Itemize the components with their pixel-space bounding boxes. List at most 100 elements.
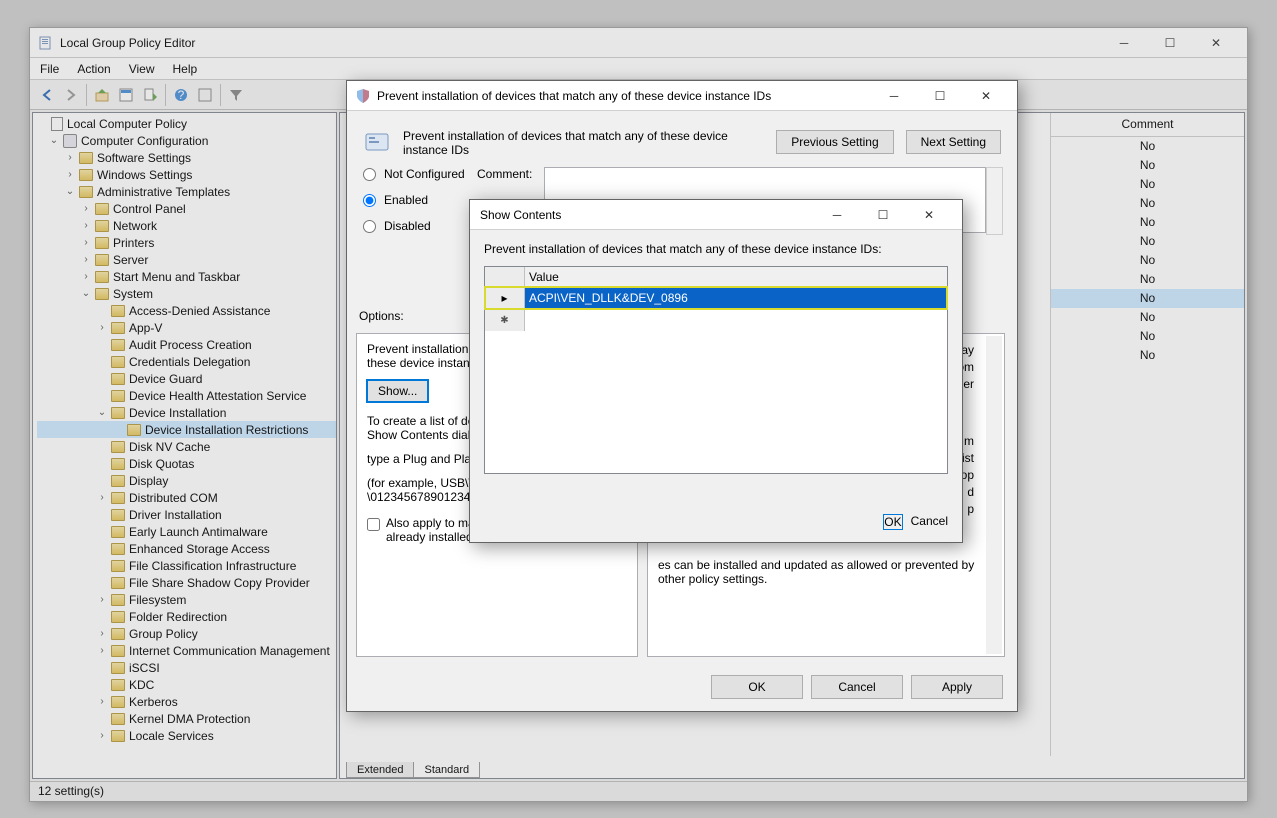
tree-item[interactable]: ›Control Panel [37, 200, 336, 217]
tree-item[interactable]: Device Guard [37, 370, 336, 387]
tree-item[interactable]: Access-Denied Assistance [37, 302, 336, 319]
value-grid[interactable]: Value ▸ ACPI\VEN_DLLK&DEV_0896 ✱ [484, 266, 948, 474]
minimize-button[interactable]: ─ [1101, 28, 1147, 58]
options-label: Options: [359, 309, 404, 323]
tree-software[interactable]: ›Software Settings [37, 149, 336, 166]
tree-item[interactable]: ›Group Policy [37, 625, 336, 642]
tree-item[interactable]: ›Server [37, 251, 336, 268]
tree-item[interactable]: ›Distributed COM [37, 489, 336, 506]
up-button[interactable] [91, 84, 113, 106]
sc-minimize-button[interactable]: ─ [814, 200, 860, 230]
tree-item[interactable]: Folder Redirection [37, 608, 336, 625]
dlg-minimize-button[interactable]: ─ [871, 81, 917, 111]
tree-item[interactable]: ⌄Device Installation [37, 404, 336, 421]
comment-cell[interactable]: No [1051, 289, 1244, 308]
sc-cancel-button[interactable]: Cancel [911, 514, 948, 530]
tree-item[interactable]: ›Network [37, 217, 336, 234]
menu-view[interactable]: View [129, 62, 155, 76]
folder-icon [111, 662, 125, 674]
tree-item[interactable]: Credentials Delegation [37, 353, 336, 370]
help-button[interactable]: ? [170, 84, 192, 106]
dlg-maximize-button[interactable]: ☐ [917, 81, 963, 111]
tree-item[interactable]: Device Health Attestation Service [37, 387, 336, 404]
tree-item[interactable]: ›Printers [37, 234, 336, 251]
tree-item[interactable]: Audit Process Creation [37, 336, 336, 353]
grid-row-1[interactable]: ▸ ACPI\VEN_DLLK&DEV_0896 [485, 287, 947, 309]
folder-icon [111, 441, 125, 453]
tree-item[interactable]: Driver Installation [37, 506, 336, 523]
comment-cell[interactable]: No [1051, 213, 1244, 232]
grid-cell-empty[interactable] [525, 309, 947, 331]
tree-item[interactable]: Kernel DMA Protection [37, 710, 336, 727]
next-setting-button[interactable]: Next Setting [906, 130, 1001, 154]
show-contents-prompt: Prevent installation of devices that mat… [484, 242, 948, 256]
menu-file[interactable]: File [40, 62, 59, 76]
comment-cell[interactable]: No [1051, 156, 1244, 175]
tree-device-install-restrictions[interactable]: Device Installation Restrictions [37, 421, 336, 438]
console-tree[interactable]: Local Computer Policy ⌄Computer Configur… [32, 112, 337, 779]
tree-computer-config[interactable]: ⌄Computer Configuration [37, 132, 336, 149]
grid-header-selector[interactable] [485, 267, 525, 286]
row-indicator-icon: ▸ [485, 287, 525, 309]
folder-icon [111, 475, 125, 487]
comment-cell[interactable]: No [1051, 251, 1244, 270]
tree-item[interactable]: KDC [37, 676, 336, 693]
tree-system[interactable]: ⌄System [37, 285, 336, 302]
dlg-close-button[interactable]: ✕ [963, 81, 1009, 111]
forward-button[interactable] [60, 84, 82, 106]
tree-item[interactable]: ›App-V [37, 319, 336, 336]
tree-item[interactable]: Disk NV Cache [37, 438, 336, 455]
folder-icon [111, 543, 125, 555]
tree-item[interactable]: File Share Shadow Copy Provider [37, 574, 336, 591]
maximize-button[interactable]: ☐ [1147, 28, 1193, 58]
sc-maximize-button[interactable]: ☐ [860, 200, 906, 230]
comment-cell[interactable]: No [1051, 346, 1244, 365]
menu-help[interactable]: Help [173, 62, 198, 76]
tree-item[interactable]: ›Locale Services [37, 727, 336, 744]
back-button[interactable] [36, 84, 58, 106]
policy-ok-button[interactable]: OK [711, 675, 803, 699]
tree-item[interactable]: Disk Quotas [37, 455, 336, 472]
tree-item[interactable]: Early Launch Antimalware [37, 523, 336, 540]
tab-standard[interactable]: Standard [413, 762, 480, 778]
properties-button[interactable] [115, 84, 137, 106]
policy-apply-button[interactable]: Apply [911, 675, 1003, 699]
comment-cell[interactable]: No [1051, 327, 1244, 346]
refresh-button[interactable] [194, 84, 216, 106]
tree-windows[interactable]: ›Windows Settings [37, 166, 336, 183]
policy-heading: Prevent installation of devices that mat… [403, 127, 764, 157]
comment-cell[interactable]: No [1051, 232, 1244, 251]
tree-item[interactable]: File Classification Infrastructure [37, 557, 336, 574]
tree-root[interactable]: Local Computer Policy [37, 115, 336, 132]
tree-item[interactable]: Display [37, 472, 336, 489]
tree-item[interactable]: Enhanced Storage Access [37, 540, 336, 557]
show-button[interactable]: Show... [367, 380, 428, 402]
comment-cell[interactable]: No [1051, 194, 1244, 213]
comment-header[interactable]: Comment [1051, 113, 1244, 137]
grid-header-value[interactable]: Value [525, 267, 947, 286]
tree-item[interactable]: ›Filesystem [37, 591, 336, 608]
comment-cell[interactable]: No [1051, 175, 1244, 194]
grid-row-new[interactable]: ✱ [485, 309, 947, 331]
folder-icon [111, 407, 125, 419]
sc-ok-button[interactable]: OK [883, 514, 902, 530]
grid-cell-value[interactable]: ACPI\VEN_DLLK&DEV_0896 [525, 287, 947, 309]
menu-action[interactable]: Action [77, 62, 110, 76]
previous-setting-button[interactable]: Previous Setting [776, 130, 893, 154]
sc-close-button[interactable]: ✕ [906, 200, 952, 230]
help-scrollbar[interactable] [986, 336, 1002, 654]
comment-cell[interactable]: No [1051, 308, 1244, 327]
close-button[interactable]: ✕ [1193, 28, 1239, 58]
filter-button[interactable] [225, 84, 247, 106]
tree-item[interactable]: ›Internet Communication Management [37, 642, 336, 659]
comment-cell[interactable]: No [1051, 270, 1244, 289]
comment-scrollbar[interactable] [986, 167, 1003, 235]
policy-cancel-button[interactable]: Cancel [811, 675, 903, 699]
tree-item[interactable]: ›Start Menu and Taskbar [37, 268, 336, 285]
comment-cell[interactable]: No [1051, 137, 1244, 156]
export-button[interactable] [139, 84, 161, 106]
tree-admin-templates[interactable]: ⌄Administrative Templates [37, 183, 336, 200]
tree-item[interactable]: iSCSI [37, 659, 336, 676]
tree-item[interactable]: ›Kerberos [37, 693, 336, 710]
tab-extended[interactable]: Extended [346, 762, 414, 778]
